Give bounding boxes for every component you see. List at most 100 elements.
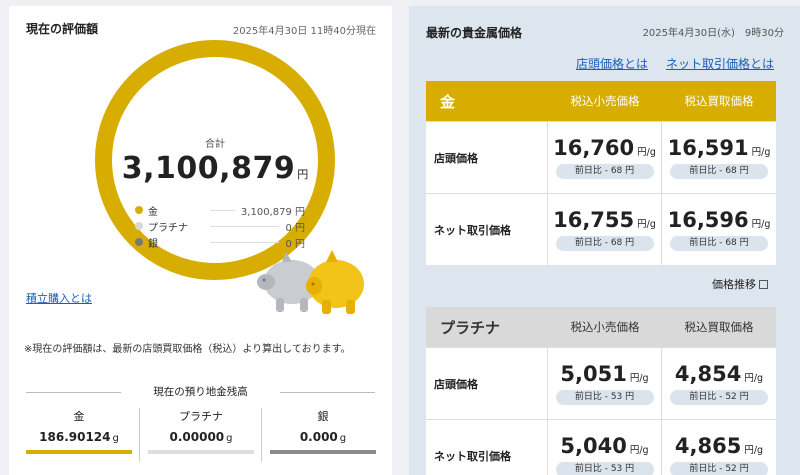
price-cell: 4,865 円/g 前日比 - 52 円 [662,420,776,475]
legend-dot-gold [135,206,143,214]
balance-bar-gold [26,450,132,454]
price-diff-badge: 前日比 - 53 円 [555,390,654,405]
price-value: 16,755 [553,208,635,232]
legend-dot-silver [135,238,143,246]
balance-value: 0.000 g [270,430,376,444]
price-unit: 円/g [744,445,764,456]
external-window-icon [759,280,768,289]
price-unit: 円/g [629,373,649,384]
legend-name: 金 [148,206,158,218]
balance-bar-platinum [148,450,254,454]
balance-unit: g [339,433,347,444]
table-row: ネット取引価格 5,040 円/g 前日比 - 53 円 4,865 円/g 前日比… [426,419,776,475]
row-label: 店頭価格 [426,348,548,419]
total-value: 3,100,879 円 [112,151,318,186]
balance-title: 現在の預り地金残高 [26,384,375,399]
legend-item-platinum: プラチナ 0 円 [135,218,305,234]
price-diff-badge: 前日比 - 68 円 [555,164,654,179]
balance-platinum: プラチナ 0.00000 g [148,408,254,454]
row-label: 店頭価格 [426,122,548,193]
price-diff-badge: 前日比 - 68 円 [670,164,768,179]
net-price-link[interactable]: ネット取引価格とは [666,55,774,72]
balance-silver: 銀 0.000 g [270,408,376,454]
piggy-bank-illustration [257,250,364,314]
price-value: 16,591 [667,136,749,160]
gold-pig-icon [306,250,364,314]
price-value: 16,760 [553,136,635,160]
balance-name: 銀 [317,410,329,423]
price-cell: 16,591 円/g 前日比 - 68 円 [662,122,776,193]
valuation-date: 2025年4月30日 11時40分現在 [232,26,376,37]
legend-name: 銀 [148,238,158,250]
price-diff-badge: 前日比 - 52 円 [670,390,768,405]
price-title: 最新の貴金属価格 [426,26,523,40]
price-value: 4,865 [674,434,742,458]
table-row: 店頭価格 16,760 円/g 前日比 - 68 円 16,591 円/g 前日比 … [426,121,776,193]
price-value: 5,040 [560,434,627,458]
store-price-link[interactable]: 店頭価格とは [576,55,648,72]
price-unit: 円/g [744,373,764,384]
price-diff-badge: 前日比 - 53 円 [555,462,654,475]
tsumitate-link[interactable]: 積立購入とは [26,290,92,306]
balance-unit: g [226,433,233,444]
balance-name: プラチナ [179,410,223,423]
trend-label: 価格推移 [712,278,756,291]
balance-gold: 金 186.90124 g [26,408,132,454]
metal-name-platinum: プラチナ [440,318,501,337]
price-diff-badge: 前日比 - 52 円 [670,462,768,475]
metal-name-gold: 金 [440,92,456,111]
col-sell: 税込小売価格 [570,94,640,108]
balance-amount: 0.00000 [169,430,225,444]
price-unit: 円/g [751,219,771,230]
balance-value: 0.00000 g [148,430,254,444]
total-amount: 3,100,879 [121,151,296,186]
valuation-note: ※現在の評価額は、最新の店頭買取価格（税込）より算出しております。 [24,344,351,355]
balance-amount: 0.000 [299,430,338,444]
price-unit: 円/g [637,219,656,230]
price-date: 2025年4月30日(水) 9時30分 [642,28,784,39]
price-value: 16,596 [667,208,749,232]
balance-amount: 186.90124 [39,430,111,444]
total-unit: 円 [297,168,309,181]
price-value: 5,051 [560,362,627,386]
total-label: 合計 [205,139,225,150]
legend-divider [210,225,280,227]
row-label: ネット取引価格 [426,420,548,475]
gold-price-table: 金 税込小売価格 税込買取価格 店頭価格 16,760 円/g 前日比 - 68 … [426,81,776,265]
balance-name: 金 [73,410,85,423]
price-cell: 5,040 円/g 前日比 - 53 円 [548,420,662,475]
table-row: ネット取引価格 16,755 円/g 前日比 - 68 円 16,596 円/g 前… [426,193,776,265]
price-cell: 16,755 円/g 前日比 - 68 円 [548,194,662,265]
legend-item-gold: 金 3,100,879 円 [135,202,305,218]
price-cell: 5,051 円/g 前日比 - 53 円 [548,348,662,419]
legend-value: 0 円 [285,222,305,234]
price-unit: 円/g [629,445,649,456]
col-buy: 税込買取価格 [684,94,754,108]
col-buy: 税込買取価格 [684,320,754,334]
valuation-donut: 合計 3,100,879 円 金 3,100,879 円 プラチナ 0 円 銀 0… [95,40,335,280]
platinum-table-header: プラチナ 税込小売価格 税込買取価格 [426,307,776,347]
balance-unit: g [112,433,119,444]
price-cell: 16,596 円/g 前日比 - 68 円 [662,194,776,265]
price-cell: 4,854 円/g 前日比 - 52 円 [662,348,776,419]
price-value: 4,854 [674,362,742,386]
price-panel: 最新の貴金属価格 2025年4月30日(水) 9時30分 店頭価格とは ネット取… [409,6,800,475]
price-diff-badge: 前日比 - 68 円 [555,236,654,251]
balance-divider [261,408,262,462]
valuation-panel: 現在の評価額 2025年4月30日 11時40分現在 合計 3,100,879 円… [9,6,392,475]
gold-table-header: 金 税込小売価格 税込買取価格 [426,81,776,121]
valuation-legend: 金 3,100,879 円 プラチナ 0 円 銀 0 円 [135,202,305,250]
legend-dot-platinum [135,222,143,230]
balance-bar-silver [270,450,376,454]
price-diff-badge: 前日比 - 68 円 [670,236,768,251]
col-sell: 税込小売価格 [570,320,640,334]
legend-divider [210,241,280,243]
legend-divider [210,209,235,211]
price-unit: 円/g [751,147,771,158]
legend-value: 3,100,879 円 [240,206,305,218]
balance-divider [139,408,140,462]
valuation-title: 現在の評価額 [26,22,99,36]
platinum-price-table: プラチナ 税込小売価格 税込買取価格 店頭価格 5,051 円/g 前日比 - 5… [426,307,776,475]
price-trend-link[interactable]: 価格推移 [712,276,768,292]
table-row: 店頭価格 5,051 円/g 前日比 - 53 円 4,854 円/g 前日比 - … [426,347,776,419]
